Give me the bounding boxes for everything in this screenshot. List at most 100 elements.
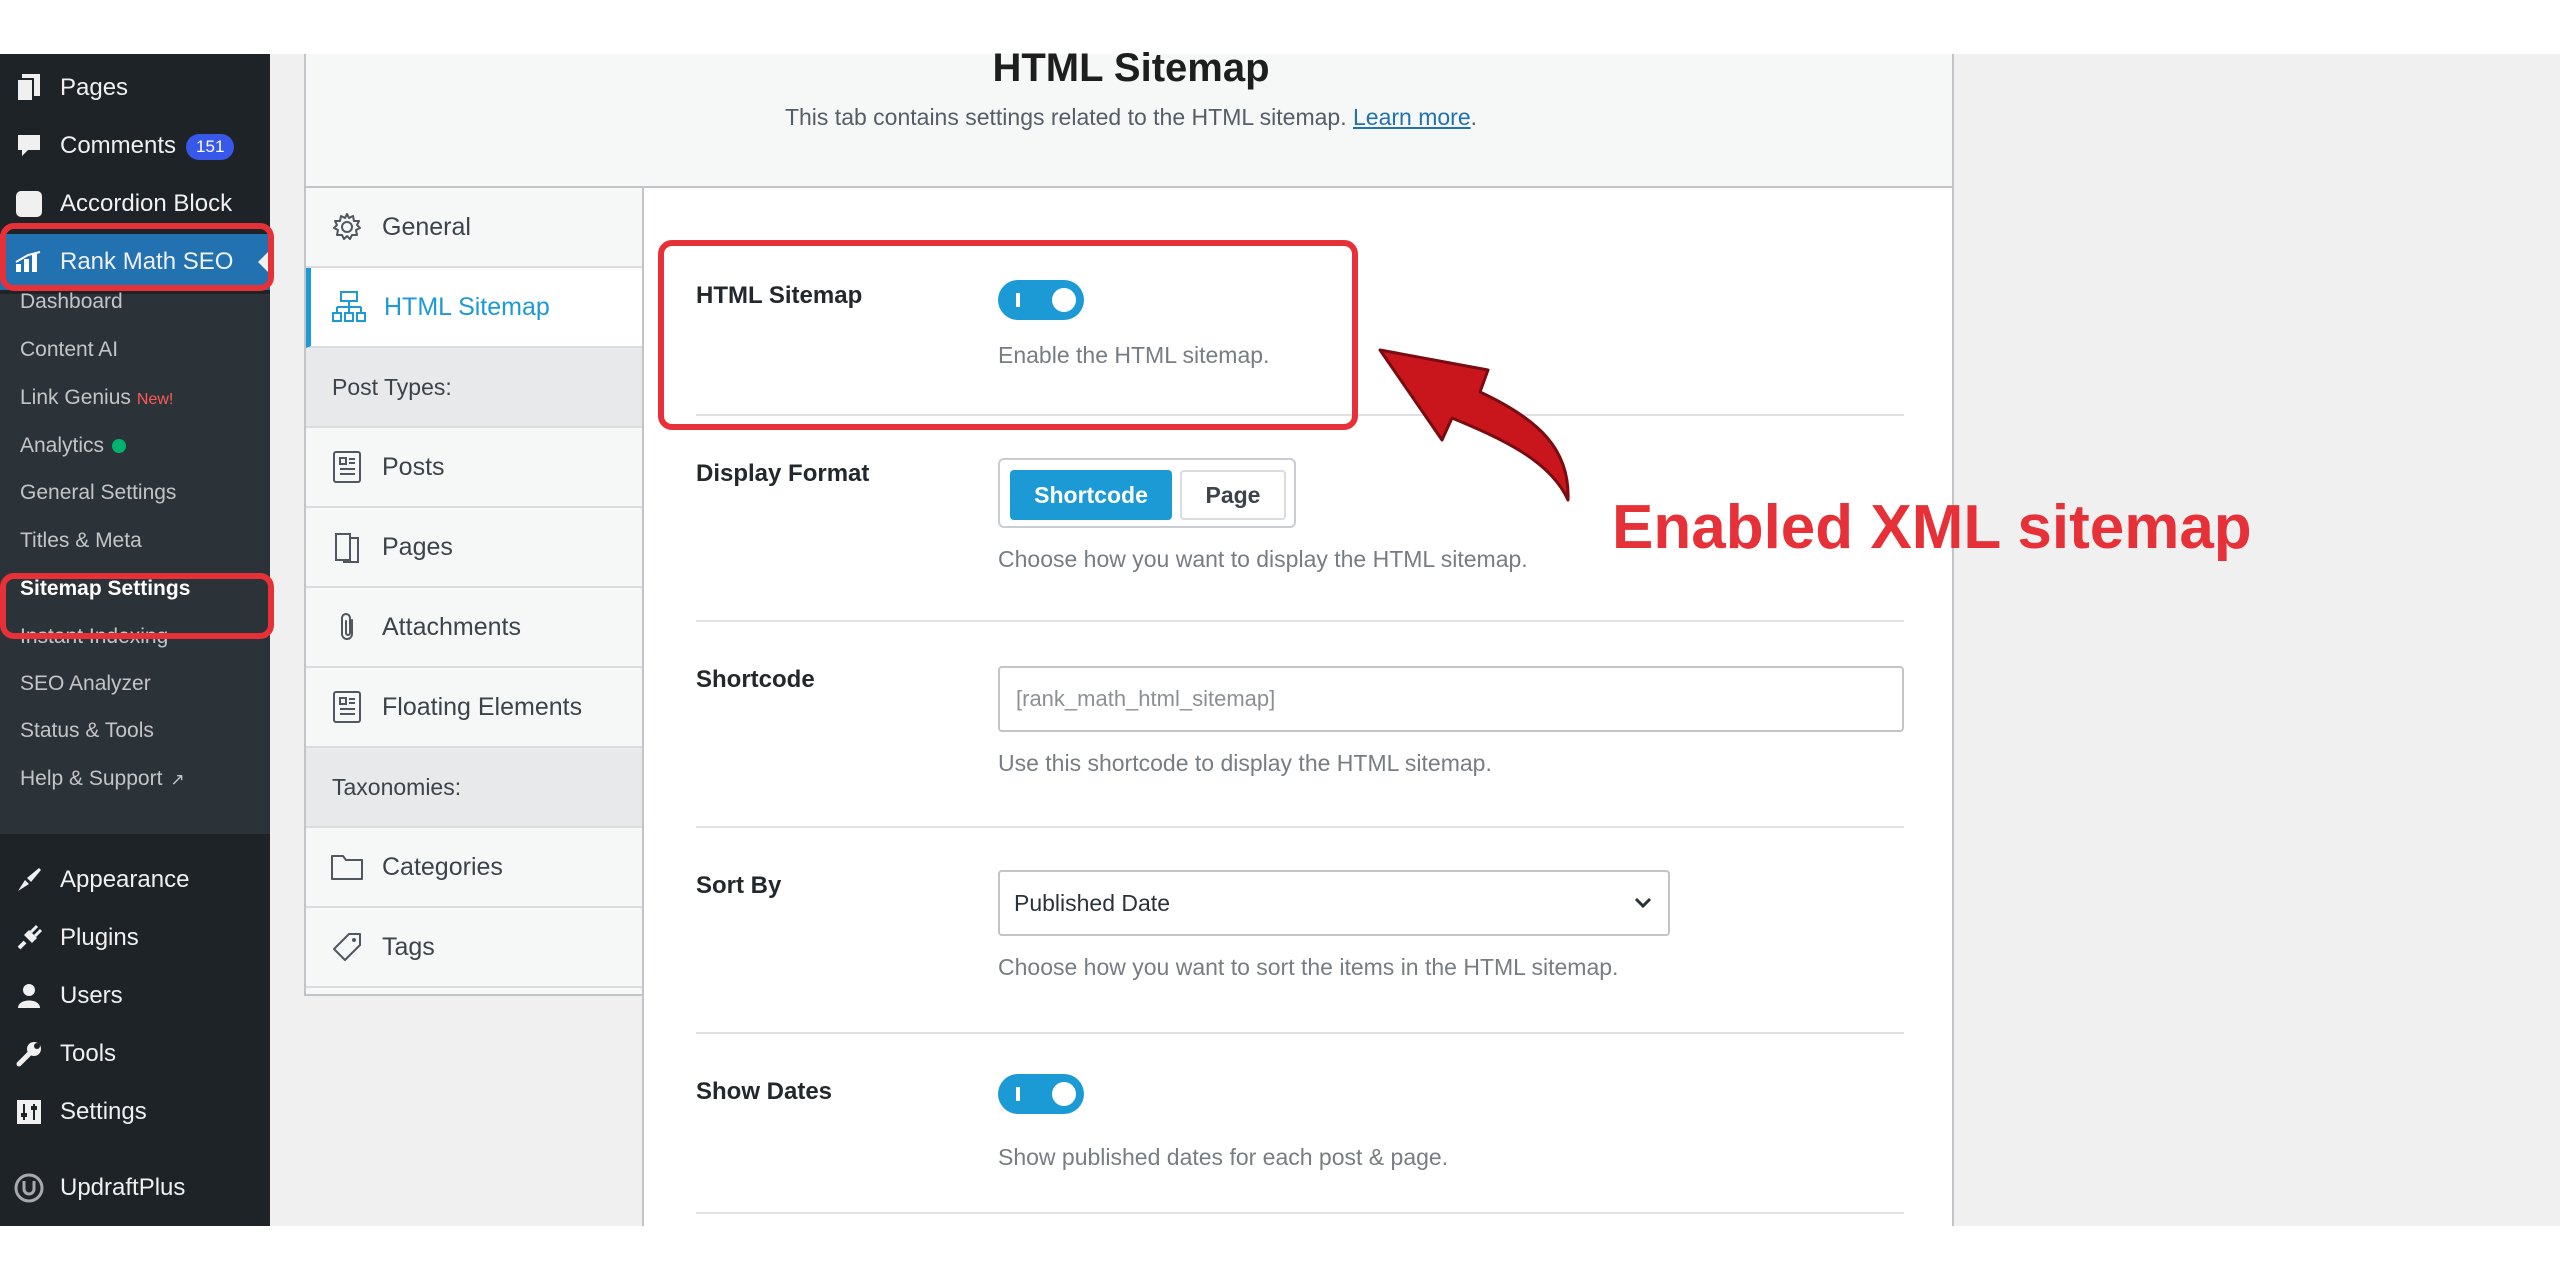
setting-shortcode: Shortcode [rank_math_html_sitemap] Use t… — [696, 622, 1904, 828]
shortcode-option-button[interactable]: Shortcode — [1010, 470, 1172, 520]
highlight-sitemap-settings — [0, 573, 274, 639]
tab-pages[interactable]: Pages — [306, 508, 642, 588]
menu-label: Plugins — [60, 924, 139, 951]
tab-label: General — [382, 212, 471, 241]
menu-label: Tools — [60, 1040, 117, 1067]
tab-floating-elements[interactable]: Floating Elements — [306, 668, 642, 748]
comment-count-badge: 151 — [186, 133, 235, 160]
setting-label: Show Dates — [696, 1078, 833, 1105]
select-value: Published Date — [1014, 889, 1170, 916]
menu-item-pages[interactable]: Pages — [0, 60, 270, 116]
highlight-rank-math-seo — [0, 223, 274, 291]
menu-label: Comments — [60, 132, 177, 159]
menu-item-comments[interactable]: Comments 151 — [0, 118, 270, 174]
page-description: This tab contains settings related to th… — [306, 104, 1956, 131]
submenu-help-support[interactable]: Help & Support ↗ — [20, 767, 185, 791]
menu-label: Appearance — [60, 866, 190, 893]
submenu-content-ai[interactable]: Content AI — [20, 338, 118, 362]
setting-sort-by: Sort By Published Date Choose how you wa… — [696, 828, 1904, 1034]
tab-label: Posts — [382, 452, 445, 481]
submenu-link-genius[interactable]: Link Genius New! — [20, 386, 173, 410]
tab-label: HTML Sitemap — [384, 292, 550, 321]
description-period: . — [1470, 104, 1478, 130]
menu-item-appearance[interactable]: Appearance — [0, 852, 270, 908]
setting-description: Show published dates for each post & pag… — [998, 1144, 1449, 1170]
display-format-toggle-group: Shortcode Page — [998, 458, 1296, 528]
submenu-dashboard[interactable]: Dashboard — [20, 290, 123, 314]
tab-posts[interactable]: Posts — [306, 428, 642, 508]
setting-description: Choose how you want to sort the items in… — [998, 954, 1619, 980]
tab-tags[interactable]: Tags — [306, 908, 642, 988]
menu-label: Pages — [60, 74, 129, 101]
setting-description: Use this shortcode to display the HTML s… — [998, 750, 1492, 776]
page-title: HTML Sitemap — [992, 46, 1270, 90]
paperclip-icon — [330, 610, 364, 644]
chevron-down-icon — [1632, 890, 1654, 922]
setting-description: Choose how you want to display the HTML … — [998, 546, 1528, 572]
tab-general[interactable]: General — [306, 188, 642, 268]
submenu-label: Link Genius — [20, 386, 131, 409]
brush-icon — [14, 865, 44, 895]
user-icon — [14, 981, 44, 1011]
plugin-icon — [14, 923, 44, 953]
section-post-types: Post Types: — [306, 348, 642, 428]
submenu-general-settings[interactable]: General Settings — [20, 481, 176, 505]
menu-item-plugins[interactable]: Plugins — [0, 910, 270, 966]
menu-label-wrap: Comments 151 — [60, 132, 235, 160]
floating-element-icon — [330, 690, 364, 724]
menu-label: Users — [60, 982, 123, 1009]
comment-icon — [14, 131, 44, 161]
tab-label: Floating Elements — [382, 692, 583, 721]
menu-item-settings[interactable]: Settings — [0, 1084, 270, 1140]
submenu-status-tools[interactable]: Status & Tools — [20, 719, 154, 743]
description-text: This tab contains settings related to th… — [784, 104, 1347, 130]
submenu-titles-meta[interactable]: Titles & Meta — [20, 529, 142, 553]
rank-math-submenu: Dashboard Content AI Link Genius New! Ana… — [0, 290, 270, 834]
submenu-analytics[interactable]: Analytics — [20, 434, 127, 458]
pages-icon — [14, 73, 44, 103]
folder-icon — [330, 850, 364, 884]
new-tag: New! — [136, 391, 174, 408]
settings-icon — [14, 1097, 44, 1127]
external-link-icon: ↗ — [170, 770, 185, 789]
toggle-knob — [1052, 1082, 1076, 1106]
menu-item-updraftplus[interactable]: UpdraftPlus — [0, 1160, 270, 1216]
tab-label: Pages — [382, 532, 453, 561]
status-dot — [112, 439, 127, 454]
page-icon — [330, 530, 364, 564]
post-icon — [330, 450, 364, 484]
tab-html-sitemap[interactable]: HTML Sitemap — [306, 268, 642, 348]
annotation-arrow — [1378, 348, 1570, 502]
submenu-label: Help & Support — [20, 767, 163, 790]
tag-icon — [330, 930, 364, 964]
tab-label: Attachments — [382, 612, 521, 641]
highlight-html-sitemap-setting — [658, 240, 1358, 430]
toggle-on-mark — [1016, 1087, 1020, 1101]
settings-tabs: General HTML Sitemap Post Types: Posts P… — [304, 188, 644, 996]
wrench-icon — [14, 1039, 44, 1069]
submenu-seo-analyzer[interactable]: SEO Analyzer — [20, 672, 151, 696]
shortcode-input[interactable]: [rank_math_html_sitemap] — [998, 666, 1904, 732]
submenu-label: Analytics — [20, 434, 105, 457]
menu-label: Accordion Block — [60, 190, 233, 217]
tab-categories[interactable]: Categories — [306, 828, 642, 908]
setting-label: Shortcode — [696, 666, 815, 693]
page-option-button[interactable]: Page — [1180, 470, 1286, 520]
setting-label: Display Format — [696, 460, 870, 487]
setting-show-dates: Show Dates Show published dates for each… — [696, 1034, 1904, 1214]
bottom-band — [0, 1226, 2560, 1280]
sort-by-select[interactable]: Published Date — [998, 870, 1670, 936]
tab-label: Categories — [382, 852, 503, 881]
menu-label: UpdraftPlus — [60, 1174, 186, 1201]
gear-icon — [330, 210, 364, 244]
section-label: Taxonomies: — [332, 773, 462, 800]
menu-label: Settings — [60, 1098, 147, 1125]
learn-more-link[interactable]: Learn more — [1353, 104, 1471, 130]
show-dates-toggle[interactable] — [998, 1074, 1084, 1114]
block-icon — [14, 189, 44, 219]
section-label: Post Types: — [332, 373, 452, 400]
setting-label: Sort By — [696, 872, 782, 899]
menu-item-users[interactable]: Users — [0, 968, 270, 1024]
tab-attachments[interactable]: Attachments — [306, 588, 642, 668]
menu-item-tools[interactable]: Tools — [0, 1026, 270, 1082]
